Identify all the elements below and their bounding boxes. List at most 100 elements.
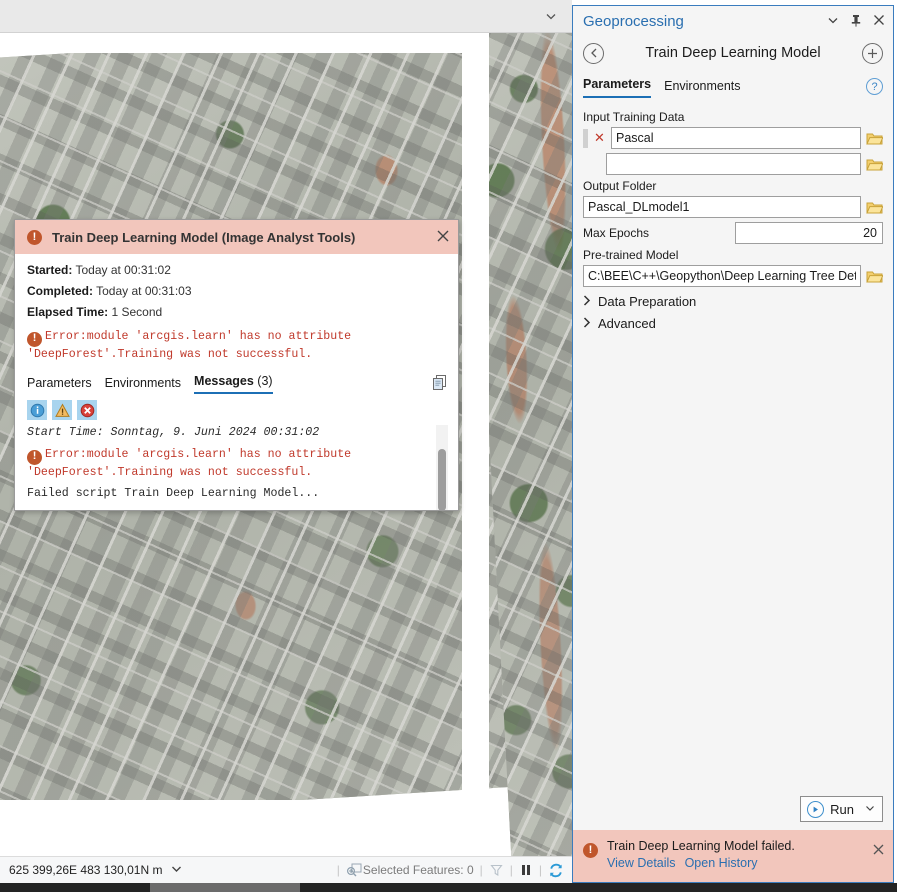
dialog-tabs: Parameters Environments Messages (3) [27, 370, 448, 394]
geoprocessing-footer: Run [573, 796, 893, 830]
warning-filter-button[interactable] [52, 400, 72, 420]
status-bar: 625 399,26E 483 130,01N m | Selected Fea… [0, 856, 572, 883]
error-x-icon [80, 403, 95, 418]
output-folder-row [583, 196, 883, 218]
panel-title: Geoprocessing [583, 13, 684, 30]
error-banner-links: View Details Open History [607, 856, 863, 870]
error-icon: ! [27, 332, 42, 347]
panel-title-controls [827, 14, 885, 29]
pin-icon[interactable] [850, 14, 862, 29]
meta-label: Started: [27, 263, 72, 277]
chevron-down-icon[interactable] [860, 803, 875, 816]
input-training-data-field[interactable] [611, 127, 861, 149]
map-tab-strip[interactable] [0, 0, 572, 33]
dialog-header: ! Train Deep Learning Model (Image Analy… [15, 220, 458, 254]
map-background-top [0, 33, 489, 53]
error-filter-button[interactable] [77, 400, 97, 420]
input-training-data-row: ✕ [583, 127, 883, 149]
plus-circle-icon[interactable] [862, 43, 883, 64]
message-filters [27, 400, 448, 420]
section-label: Advanced [598, 316, 656, 331]
selected-features-label: Selected Features: 0 [363, 863, 474, 877]
max-epochs-row: Max Epochs [583, 222, 883, 244]
dialog-body: Started: Today at 00:31:02 Completed: To… [15, 254, 458, 510]
output-folder-label: Output Folder [583, 179, 883, 193]
dialog-tab-messages[interactable]: Messages (3) [194, 374, 273, 394]
chevron-down-icon[interactable] [544, 9, 558, 23]
log-error-text: Error:module 'arcgis.learn' has no attri… [27, 448, 351, 479]
open-history-link[interactable]: Open History [685, 856, 758, 870]
error-banner-content: Train Deep Learning Model failed. View D… [607, 839, 863, 870]
help-icon[interactable]: ? [866, 78, 883, 95]
pretrained-model-label: Pre-trained Model [583, 248, 883, 262]
output-folder-field[interactable] [583, 196, 861, 218]
run-label: Run [830, 802, 854, 817]
geoprocessing-panel: Geoprocessing [572, 5, 894, 883]
error-icon: ! [27, 230, 42, 245]
status-separator: | [504, 863, 519, 877]
close-icon[interactable] [436, 229, 450, 246]
folder-icon[interactable] [866, 157, 883, 172]
clear-selection-icon[interactable] [489, 863, 504, 878]
dialog-tab-environments[interactable]: Environments [105, 376, 181, 394]
status-bar-right: | Selected Features: 0 | | | [331, 863, 572, 878]
geoprocessing-titlebar: Geoprocessing [573, 6, 893, 36]
status-separator: | [474, 863, 489, 877]
drag-handle-icon[interactable] [583, 129, 588, 148]
status-separator: | [533, 863, 548, 877]
coordinate-readout: 625 399,26E 483 130,01N m [9, 863, 162, 877]
input-training-data-field-2[interactable] [606, 153, 861, 175]
refresh-icon[interactable] [548, 863, 564, 878]
select-features-icon[interactable] [346, 863, 363, 878]
back-arrow-icon[interactable] [583, 43, 604, 64]
dialog-tab-parameters[interactable]: Parameters [27, 376, 92, 394]
remove-x-icon[interactable]: ✕ [593, 130, 606, 146]
dialog-error-summary: !Error:module 'arcgis.learn' has no attr… [27, 328, 448, 362]
message-log-scrollbar[interactable] [436, 425, 448, 510]
folder-icon[interactable] [866, 269, 883, 284]
tab-environments[interactable]: Environments [664, 79, 740, 98]
section-data-preparation[interactable]: Data Preparation [583, 294, 883, 309]
close-icon[interactable] [872, 843, 885, 859]
geoprocessing-tool-header: Train Deep Learning Model [573, 36, 893, 70]
run-button[interactable]: Run [800, 796, 883, 822]
error-banner-message: Train Deep Learning Model failed. [607, 839, 863, 853]
chevron-right-icon [583, 295, 591, 309]
copy-icon[interactable] [432, 374, 448, 391]
meta-value: Today at 00:31:03 [96, 284, 191, 298]
max-epochs-label: Max Epochs [583, 226, 649, 240]
view-details-link[interactable]: View Details [607, 856, 676, 870]
dialog-title: Train Deep Learning Model (Image Analyst… [52, 230, 355, 245]
close-icon[interactable] [873, 14, 885, 28]
status-separator: | [331, 863, 346, 877]
scrollbar-thumb[interactable] [438, 449, 446, 510]
folder-icon[interactable] [866, 200, 883, 215]
folder-icon[interactable] [866, 131, 883, 146]
log-failed-entry: Failed script Train Deep Learning Model.… [27, 486, 430, 502]
dialog-meta-completed: Completed: Today at 00:31:03 [27, 284, 448, 298]
dialog-meta-elapsed: Elapsed Time: 1 Second [27, 305, 448, 319]
log-start-time: Start Time: Sonntag, 9. Juni 2024 00:31:… [27, 425, 430, 441]
dialog-error-summary-text: Error:module 'arcgis.learn' has no attri… [27, 330, 351, 361]
dialog-tab-messages-label: Messages [194, 374, 254, 388]
chevron-down-icon[interactable] [827, 14, 839, 28]
taskbar-active-item[interactable] [150, 883, 300, 892]
pause-drawing-icon[interactable] [519, 863, 533, 877]
chevron-right-icon [583, 317, 591, 331]
play-icon [807, 801, 824, 818]
max-epochs-field[interactable] [735, 222, 883, 244]
section-advanced[interactable]: Advanced [583, 316, 883, 331]
pretrained-model-field[interactable] [583, 265, 861, 287]
error-icon: ! [583, 843, 598, 858]
input-training-data-row-2 [583, 153, 883, 175]
pretrained-model-row [583, 265, 883, 287]
windows-taskbar [0, 883, 897, 892]
tab-parameters[interactable]: Parameters [583, 77, 651, 98]
map-background [462, 0, 489, 856]
arcgis-pro-window: 625 399,26E 483 130,01N m | Selected Fea… [0, 0, 897, 892]
log-error-entry: !Error:module 'arcgis.learn' has no attr… [27, 446, 430, 481]
info-filter-button[interactable] [27, 400, 47, 420]
map-background-bottom [0, 800, 489, 856]
chevron-down-icon[interactable] [170, 862, 183, 878]
input-training-data-label: Input Training Data [583, 110, 883, 124]
